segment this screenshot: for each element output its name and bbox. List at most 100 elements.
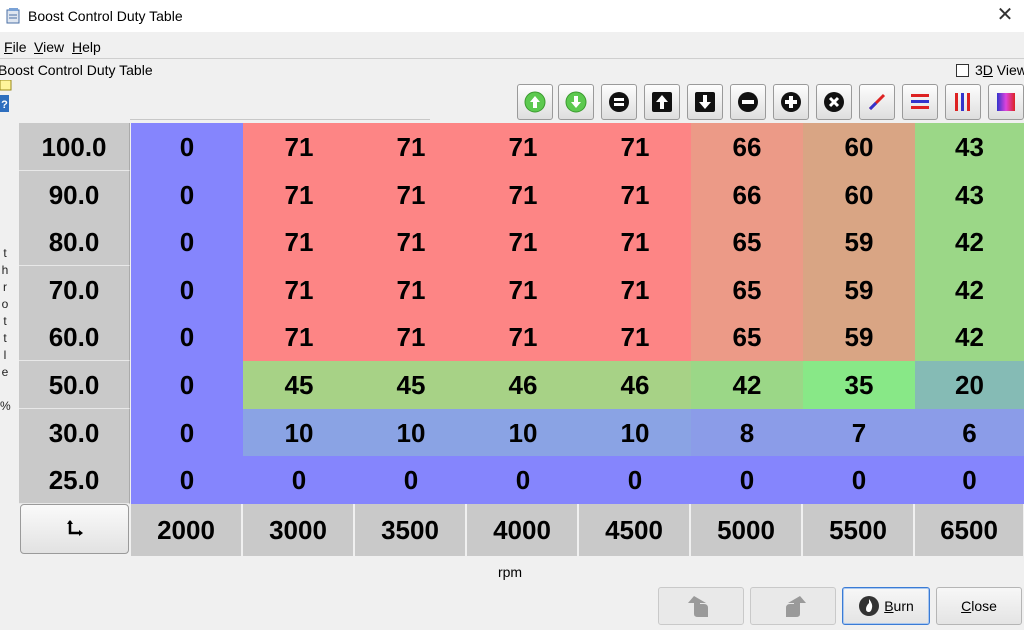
- table-cell[interactable]: 71: [467, 313, 579, 362]
- table-cell[interactable]: 10: [467, 408, 579, 457]
- table-cell[interactable]: 59: [803, 218, 915, 267]
- table-cell[interactable]: 71: [579, 265, 691, 314]
- table-cell[interactable]: 0: [131, 361, 243, 409]
- table-cell[interactable]: 7: [803, 408, 915, 457]
- table-cell[interactable]: 0: [131, 265, 243, 314]
- table-cell[interactable]: 71: [355, 265, 467, 314]
- table-cell[interactable]: 71: [243, 265, 355, 314]
- table-cell[interactable]: 10: [355, 408, 467, 457]
- table-cell[interactable]: 71: [467, 170, 579, 219]
- row-header[interactable]: 90.0: [19, 170, 130, 219]
- plus-button[interactable]: [773, 84, 809, 120]
- multiply-button[interactable]: [816, 84, 852, 120]
- column-header[interactable]: 6500: [915, 504, 1024, 556]
- axis-swap-button[interactable]: [20, 504, 129, 554]
- table-cell[interactable]: 46: [579, 361, 691, 409]
- table-cell[interactable]: 71: [579, 123, 691, 171]
- column-header[interactable]: 2000: [131, 504, 242, 556]
- table-cell[interactable]: 71: [467, 265, 579, 314]
- table-cell[interactable]: 42: [915, 218, 1024, 267]
- table-cell[interactable]: 0: [131, 123, 243, 171]
- table-cell[interactable]: 35: [803, 361, 915, 409]
- table-cell[interactable]: 71: [243, 123, 355, 171]
- column-header[interactable]: 3500: [355, 504, 466, 556]
- minus-button[interactable]: [730, 84, 766, 120]
- row-header[interactable]: 70.0: [19, 265, 130, 314]
- table-cell[interactable]: 59: [803, 265, 915, 314]
- table-cell[interactable]: 43: [915, 170, 1024, 219]
- close-button[interactable]: Close: [936, 587, 1022, 625]
- help-note-icon[interactable]: ?: [0, 80, 12, 114]
- undo-button[interactable]: [658, 587, 744, 625]
- table-cell[interactable]: 71: [243, 218, 355, 267]
- decrement-green-button[interactable]: [558, 84, 594, 120]
- table-cell[interactable]: 60: [803, 123, 915, 171]
- table-cell[interactable]: 0: [243, 456, 355, 505]
- table-cell[interactable]: 71: [355, 313, 467, 362]
- column-header[interactable]: 4000: [467, 504, 578, 556]
- table-cell[interactable]: 71: [355, 170, 467, 219]
- table-cell[interactable]: 46: [467, 361, 579, 409]
- table-cell[interactable]: 71: [243, 170, 355, 219]
- row-header[interactable]: 25.0: [19, 456, 130, 505]
- table-cell[interactable]: 60: [803, 170, 915, 219]
- table-cell[interactable]: 0: [691, 456, 803, 505]
- table-cell[interactable]: 71: [579, 170, 691, 219]
- burn-button[interactable]: Burn: [842, 587, 930, 625]
- table-cell[interactable]: 0: [131, 408, 243, 457]
- increment-green-button[interactable]: [517, 84, 553, 120]
- row-header[interactable]: 30.0: [19, 408, 130, 457]
- column-header[interactable]: 5500: [803, 504, 914, 556]
- table-cell[interactable]: 0: [915, 456, 1024, 505]
- table-cell[interactable]: 0: [803, 456, 915, 505]
- row-header[interactable]: 60.0: [19, 313, 130, 362]
- shift-down-button[interactable]: [687, 84, 723, 120]
- table-cell[interactable]: 71: [355, 218, 467, 267]
- horizontal-interpolate-button[interactable]: [902, 84, 938, 120]
- table-cell[interactable]: 65: [691, 218, 803, 267]
- row-header[interactable]: 100.0: [19, 123, 130, 171]
- table-cell[interactable]: 6: [915, 408, 1024, 457]
- table-cell[interactable]: 45: [355, 361, 467, 409]
- menu-view[interactable]: View: [34, 39, 64, 55]
- table-cell[interactable]: 66: [691, 170, 803, 219]
- row-header[interactable]: 50.0: [19, 361, 130, 409]
- table-cell[interactable]: 0: [579, 456, 691, 505]
- table-cell[interactable]: 71: [467, 218, 579, 267]
- close-window-icon[interactable]: ✕: [994, 4, 1016, 26]
- table-cell[interactable]: 71: [355, 123, 467, 171]
- smooth-gradient-button[interactable]: [988, 84, 1024, 120]
- table-cell[interactable]: 45: [243, 361, 355, 409]
- table-cell[interactable]: 65: [691, 313, 803, 362]
- column-header[interactable]: 4500: [579, 504, 690, 556]
- table-cell[interactable]: 0: [131, 170, 243, 219]
- table-cell[interactable]: 0: [131, 456, 243, 505]
- redo-button[interactable]: [750, 587, 836, 625]
- row-header[interactable]: 80.0: [19, 218, 130, 267]
- table-cell[interactable]: 59: [803, 313, 915, 362]
- table-cell[interactable]: 71: [467, 123, 579, 171]
- table-cell[interactable]: 20: [915, 361, 1024, 409]
- table-cell[interactable]: 0: [131, 218, 243, 267]
- table-cell[interactable]: 71: [579, 218, 691, 267]
- table-cell[interactable]: 71: [579, 313, 691, 362]
- table-cell[interactable]: 0: [467, 456, 579, 505]
- table-cell[interactable]: 42: [915, 313, 1024, 362]
- table-cell[interactable]: 42: [691, 361, 803, 409]
- table-cell[interactable]: 43: [915, 123, 1024, 171]
- table-cell[interactable]: 0: [131, 313, 243, 362]
- table-cell[interactable]: 8: [691, 408, 803, 457]
- table-cell[interactable]: 65: [691, 265, 803, 314]
- table-cell[interactable]: 71: [243, 313, 355, 362]
- view-3d-toggle[interactable]: 3D View: [956, 62, 1024, 78]
- column-header[interactable]: 5000: [691, 504, 802, 556]
- table-cell[interactable]: 10: [243, 408, 355, 457]
- menu-help[interactable]: Help: [72, 39, 101, 55]
- table-cell[interactable]: 42: [915, 265, 1024, 314]
- table-cell[interactable]: 66: [691, 123, 803, 171]
- vertical-interpolate-button[interactable]: [945, 84, 981, 120]
- equal-button[interactable]: [601, 84, 637, 120]
- shift-up-button[interactable]: [644, 84, 680, 120]
- table-cell[interactable]: 0: [355, 456, 467, 505]
- view-3d-checkbox[interactable]: [956, 64, 969, 77]
